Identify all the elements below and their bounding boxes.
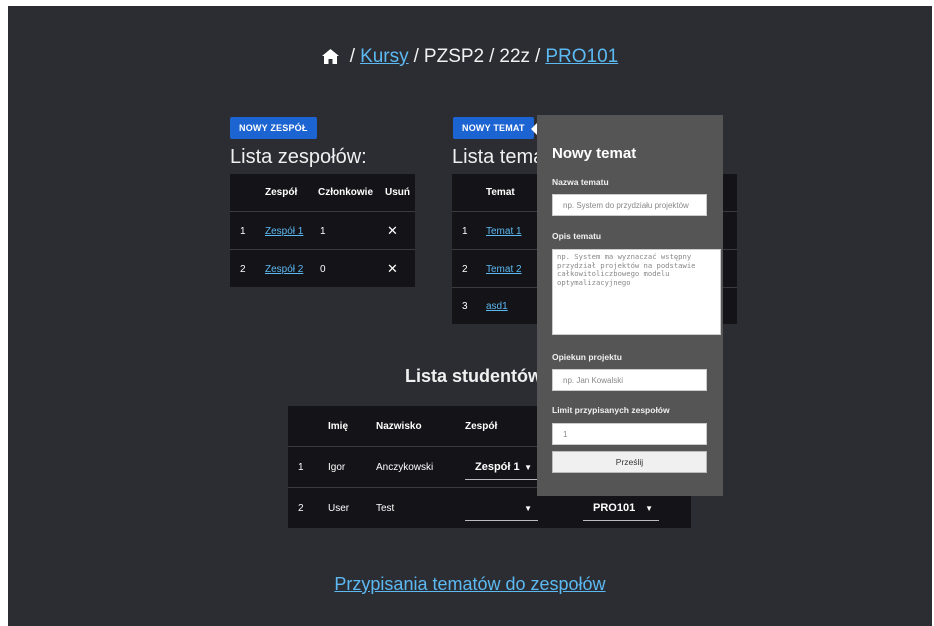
row-number: 3 bbox=[462, 301, 468, 312]
team-select[interactable]: ▼ bbox=[465, 496, 538, 521]
first-name: User bbox=[328, 503, 350, 514]
submit-button[interactable]: Prześlij bbox=[552, 451, 707, 473]
member-count: 0 bbox=[320, 263, 326, 275]
topic-name-label: Nazwa tematu bbox=[552, 177, 609, 187]
topic-link[interactable]: asd1 bbox=[486, 301, 508, 312]
row-number: 1 bbox=[240, 225, 246, 237]
team-select-value: Zespół 1 bbox=[475, 461, 520, 473]
topic-link[interactable]: Temat 1 bbox=[486, 226, 522, 237]
first-name: Igor bbox=[328, 462, 346, 473]
popup-arrow bbox=[531, 123, 537, 135]
row-number: 2 bbox=[240, 263, 246, 275]
caret-down-icon: ▼ bbox=[645, 503, 653, 513]
col-first-name: Imię bbox=[328, 420, 349, 432]
team-select[interactable]: Zespół 1 ▼ bbox=[465, 455, 538, 480]
row-number: 2 bbox=[298, 503, 304, 514]
col-team: Zespół bbox=[265, 187, 298, 198]
topic-name-input[interactable]: np. System do przydziału projektów bbox=[552, 194, 707, 216]
table-row: 1 Zespół 1 1 ✕ bbox=[230, 211, 415, 250]
team-link[interactable]: Zespół 1 bbox=[265, 226, 303, 237]
team-link[interactable]: Zespół 2 bbox=[265, 264, 303, 275]
supervisor-label: Opiekun projektu bbox=[552, 352, 622, 362]
row-number: 1 bbox=[462, 225, 468, 237]
col-remove: Usuń bbox=[385, 187, 410, 198]
topic-assignments-link[interactable]: Przypisania tematów do zespołów bbox=[8, 574, 932, 595]
breadcrumb-pzsp2: PZSP2 bbox=[423, 46, 485, 67]
new-topic-popup: Nowy temat Nazwa tematu np. System do pr… bbox=[531, 115, 723, 496]
col-team: Zespół bbox=[465, 420, 498, 432]
topic-select-value: PRO101 bbox=[593, 502, 636, 514]
supervisor-input[interactable]: np. Jan Kowalski bbox=[552, 369, 707, 391]
last-name: Test bbox=[376, 503, 395, 514]
row-number: 1 bbox=[298, 462, 304, 473]
table-header: Zespół Członkowie Usuń bbox=[230, 174, 415, 211]
popup-title: Nowy temat bbox=[552, 145, 637, 162]
caret-down-icon: ▼ bbox=[524, 462, 532, 472]
table-row: 2 Zespół 2 0 ✕ bbox=[230, 249, 415, 288]
row-number: 2 bbox=[462, 263, 468, 275]
breadcrumb-separator: / bbox=[535, 46, 541, 67]
col-last-name: Nazwisko bbox=[376, 420, 422, 432]
col-members: Członkowie bbox=[318, 187, 374, 198]
teams-table: Zespół Członkowie Usuń 1 Zespół 1 1 ✕ 2 … bbox=[230, 174, 415, 287]
students-title: Lista studentów bbox=[405, 366, 543, 386]
breadcrumb: / Kursy / PZSP2/22z / PRO101 bbox=[8, 46, 932, 70]
new-topic-button[interactable]: NOWY TEMAT bbox=[453, 117, 534, 139]
new-team-button[interactable]: NOWY ZESPÓŁ bbox=[230, 117, 317, 139]
breadcrumb-course-link[interactable]: PRO101 bbox=[545, 46, 618, 67]
app-root: / Kursy / PZSP2/22z / PRO101 NOWY ZESPÓŁ List… bbox=[8, 6, 932, 626]
topic-description-textarea[interactable]: np. System ma wyznaczać wstępny przydzia… bbox=[552, 249, 721, 335]
topic-link[interactable]: Temat 2 bbox=[486, 264, 522, 275]
col-topic: Temat bbox=[486, 187, 515, 198]
breadcrumb-separator: / bbox=[349, 46, 356, 67]
close-icon[interactable]: ✕ bbox=[387, 223, 398, 239]
breadcrumb-separator: / bbox=[413, 46, 419, 67]
team-limit-label: Limit przypisanych zespołów bbox=[552, 405, 670, 415]
team-limit-input[interactable]: 1 bbox=[552, 423, 707, 445]
teams-title: Lista zespołów: bbox=[230, 146, 367, 168]
breadcrumb-term: 22z bbox=[499, 46, 531, 67]
breadcrumb-kursy-link[interactable]: Kursy bbox=[360, 46, 409, 67]
member-count: 1 bbox=[320, 225, 326, 237]
close-icon[interactable]: ✕ bbox=[387, 261, 398, 277]
topic-description-label: Opis tematu bbox=[552, 231, 602, 241]
last-name: Anczykowski bbox=[376, 462, 434, 473]
caret-down-icon: ▼ bbox=[524, 503, 532, 513]
topics-title: Lista tema bbox=[452, 146, 545, 168]
topic-select[interactable]: PRO101 ▼ bbox=[583, 496, 659, 521]
home-icon[interactable] bbox=[321, 48, 339, 70]
breadcrumb-separator: / bbox=[489, 46, 495, 67]
